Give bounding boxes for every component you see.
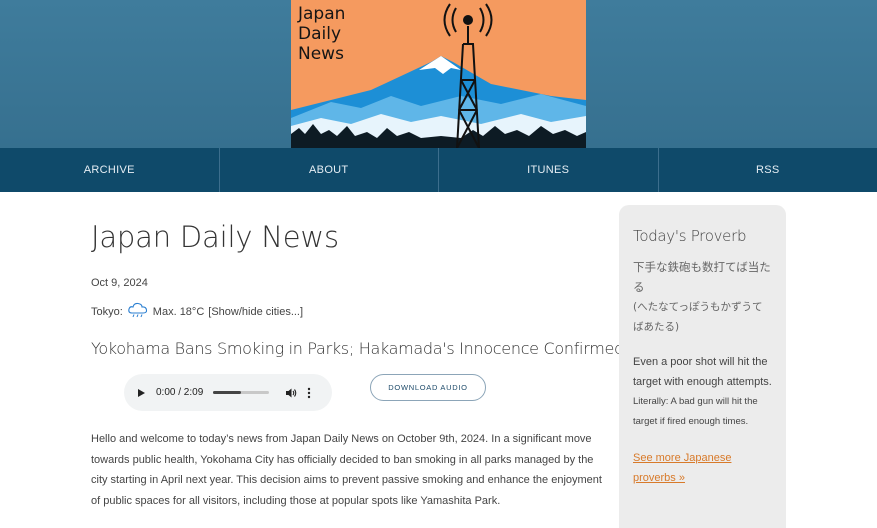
logo-line: Japan bbox=[298, 4, 346, 24]
weather-forecast: Max. 18°C bbox=[152, 305, 205, 318]
nav-item-itunes[interactable]: ITUNES bbox=[439, 148, 659, 192]
proverb-literal: Literally: A bad gun will hit the target… bbox=[633, 396, 758, 427]
weather-line: Tokyo: Max. 18°C [Show/hide cities...] bbox=[91, 302, 303, 321]
site-logo[interactable]: Japan Daily News bbox=[291, 0, 586, 148]
toggle-cities-link[interactable]: [Show/hide cities...] bbox=[208, 306, 303, 318]
proverb-reading: (へたなてっぽうもかずうてばあたる) bbox=[633, 301, 763, 333]
seek-bar[interactable] bbox=[213, 391, 270, 394]
download-audio-button[interactable]: DOWNLOAD AUDIO bbox=[370, 374, 486, 401]
volume-icon[interactable] bbox=[285, 387, 297, 399]
play-icon[interactable] bbox=[136, 388, 146, 398]
playback-time: 0:00 / 2:09 bbox=[156, 387, 204, 398]
proverb-translation: Even a poor shot will hit the target wit… bbox=[633, 356, 772, 388]
logo-line: Daily bbox=[298, 24, 342, 44]
logo-line: News bbox=[298, 44, 344, 64]
site-header: Japan Daily News bbox=[0, 0, 877, 148]
nav-item-archive[interactable]: ARCHIVE bbox=[0, 148, 220, 192]
proverb-japanese: 下手な鉄砲も数打てば当たる bbox=[633, 260, 771, 294]
nav-item-rss[interactable]: RSS bbox=[659, 148, 877, 192]
rain-cloud-icon bbox=[127, 302, 149, 321]
seek-bar-buffered bbox=[213, 391, 242, 394]
nav-item-about[interactable]: ABOUT bbox=[220, 148, 439, 192]
logo-text: Japan Daily News bbox=[298, 4, 345, 64]
audio-player: 0:00 / 2:09 bbox=[124, 374, 332, 411]
weather-city: Tokyo: bbox=[91, 305, 123, 318]
page-title: Japan Daily News bbox=[91, 220, 339, 254]
post-date: Oct 9, 2024 bbox=[91, 277, 148, 289]
article-body: Hello and welcome to today’s news from J… bbox=[91, 433, 602, 507]
episode-headline: Yokohama Bans Smoking in Parks; Hakamada… bbox=[91, 339, 706, 358]
proverb-sidebar: Today's Proverb 下手な鉄砲も数打てば当たる (へたなてっぽうもか… bbox=[619, 205, 786, 528]
more-options-icon[interactable] bbox=[307, 387, 311, 399]
main-nav: ARCHIVE ABOUT ITUNES RSS bbox=[0, 148, 877, 192]
more-proverbs-link[interactable]: See more Japanese proverbs » bbox=[633, 448, 753, 488]
sidebar-title: Today's Proverb bbox=[633, 227, 747, 245]
